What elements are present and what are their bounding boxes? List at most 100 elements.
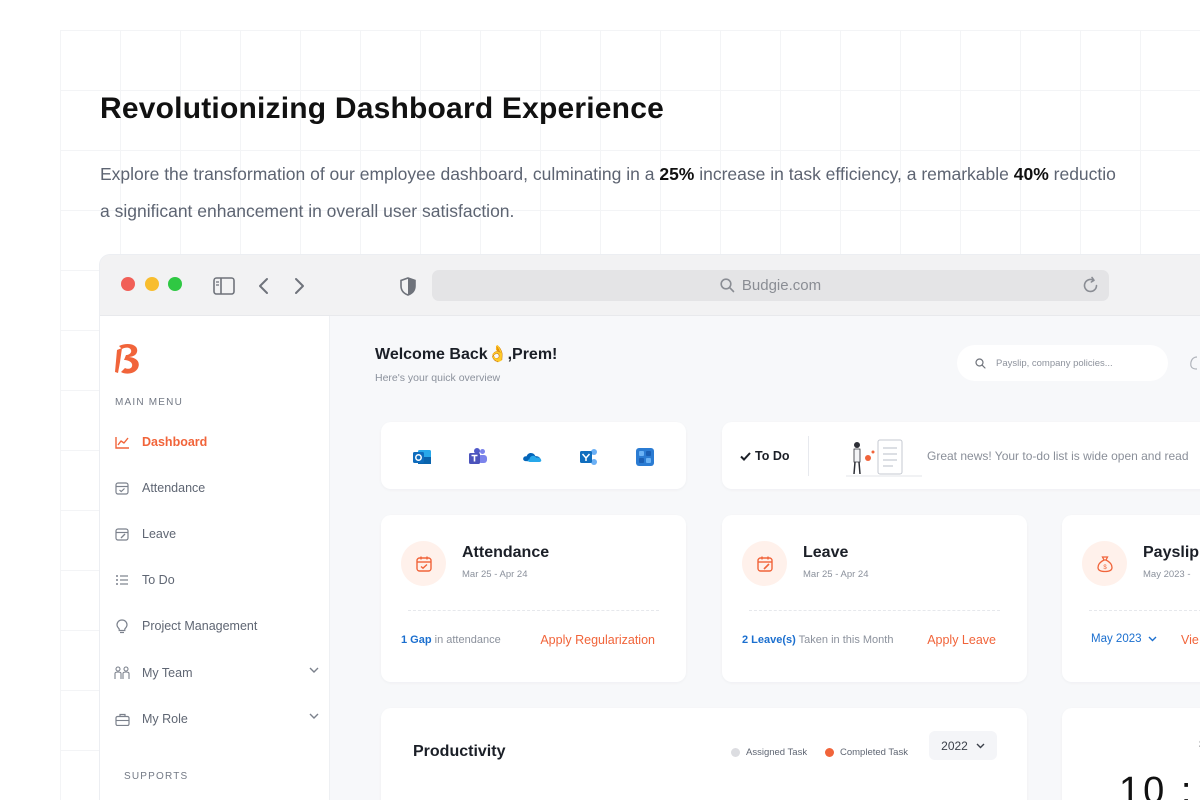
chevron-down-icon: [1148, 636, 1157, 642]
legend-dot: [731, 748, 740, 757]
legend-completed: Completed Task: [825, 747, 908, 758]
sidebar-item-label: My Team: [142, 666, 193, 680]
back-arrow-icon[interactable]: [254, 275, 272, 297]
apps-card: [381, 422, 686, 489]
attendance-gap-summary: 1 Gap in attendance: [401, 634, 501, 646]
sidebar-item-dashboard[interactable]: Dashboard: [114, 431, 319, 453]
divider: [408, 610, 659, 611]
efficiency-stat: 25%: [659, 164, 695, 184]
leave-count: 2 Leave(s): [742, 634, 796, 646]
teams-icon[interactable]: [468, 447, 488, 467]
todo-card[interactable]: To Do Great news! Your to-do list is wid…: [722, 422, 1200, 489]
divider: [1089, 610, 1200, 611]
shield-icon[interactable]: [398, 275, 418, 297]
browser-toolbar: Budgie.com: [100, 255, 1200, 316]
yammer-icon[interactable]: [579, 447, 599, 467]
clock-card: S 10 : 2: [1062, 708, 1200, 800]
checkmark-icon: [740, 451, 751, 461]
payslip-title: Payslip: [1143, 544, 1200, 561]
page-headline: Revolutionizing Dashboard Experience: [100, 92, 664, 125]
year-select[interactable]: 2022: [929, 731, 997, 760]
minimize-window-button[interactable]: [145, 277, 159, 291]
svg-text:$: $: [1103, 565, 1107, 571]
close-window-button[interactable]: [121, 277, 135, 291]
url-text: Budgie.com: [741, 277, 822, 294]
address-bar[interactable]: Budgie.com: [432, 270, 1109, 301]
sidebar-item-label: Dashboard: [142, 435, 208, 449]
bookings-icon[interactable]: [635, 447, 655, 467]
productivity-card: Productivity Assigned Task Completed Tas…: [381, 708, 1027, 800]
chevron-down-icon[interactable]: [309, 712, 319, 720]
payslip-date-range: May 2023 -: [1143, 569, 1191, 580]
search-icon: [975, 357, 986, 369]
calendar-check-icon: [401, 541, 446, 586]
description-text: reductio: [1048, 164, 1116, 184]
sidebar-item-label: Leave: [142, 527, 177, 541]
search-icon: [720, 278, 735, 293]
description-text: increase in task efficiency, a remarkabl…: [694, 164, 1014, 184]
app-sidebar: MAIN MENU Dashboard Attendance Leave To …: [100, 316, 330, 800]
chevron-down-icon: [976, 743, 985, 748]
sidebar-item-label: Project Management: [142, 619, 258, 633]
description-text: Explore the transformation of our employ…: [100, 164, 660, 184]
todo-message: Great news! Your to-do list is wide open…: [927, 449, 1189, 463]
calendar-edit-icon: [114, 526, 130, 542]
list-icon: [114, 572, 130, 588]
sidebar-item-label: To Do: [142, 573, 175, 587]
apply-regularization-link[interactable]: Apply Regularization: [540, 633, 655, 647]
view-payslip-link[interactable]: Vie: [1181, 633, 1199, 647]
todo-illustration-icon: [846, 439, 922, 477]
search-input[interactable]: Payslip, company policies...: [957, 345, 1168, 381]
bell-icon[interactable]: [1187, 353, 1200, 373]
apply-leave-link[interactable]: Apply Leave: [927, 633, 996, 647]
attendance-card: Attendance Mar 25 - Apr 24 1 Gap in atte…: [381, 515, 686, 682]
forward-arrow-icon[interactable]: [291, 275, 309, 297]
outlook-icon[interactable]: [412, 447, 432, 467]
sidebar-toggle-icon[interactable]: [212, 275, 236, 297]
attendance-title: Attendance: [462, 544, 550, 561]
sidebar-item-todo[interactable]: To Do: [114, 569, 319, 591]
payslip-month-select[interactable]: May 2023: [1091, 633, 1157, 645]
chevron-down-icon[interactable]: [309, 666, 319, 674]
gap-text: in attendance: [431, 634, 501, 646]
sidebar-item-attendance[interactable]: Attendance: [114, 477, 319, 499]
clock-time: 10 : 2: [1119, 770, 1200, 800]
money-bag-icon: $: [1082, 541, 1127, 586]
legend-label: Assigned Task: [746, 747, 808, 758]
calendar-edit-icon: [742, 541, 787, 586]
sidebar-item-my-team[interactable]: My Team: [114, 662, 319, 684]
maximize-window-button[interactable]: [168, 277, 182, 291]
chart-line-icon: [114, 434, 130, 450]
leave-text: Taken in this Month: [795, 634, 894, 646]
description-line-2: a significant enhancement in overall use…: [100, 201, 515, 221]
legend-dot: [825, 748, 834, 757]
payslip-month-value: May 2023: [1091, 633, 1142, 645]
lightbulb-icon: [114, 618, 130, 634]
search-placeholder: Payslip, company policies...: [996, 357, 1113, 369]
payslip-card: $ Payslip May 2023 - May 2023 Vie: [1062, 515, 1200, 682]
sidebar-item-my-role[interactable]: My Role: [114, 708, 319, 730]
budgie-logo-icon[interactable]: [115, 342, 143, 381]
main-menu-heading: MAIN MENU: [115, 397, 184, 408]
reduction-stat: 40%: [1013, 164, 1049, 184]
welcome-title: Welcome Back👌,Prem!: [375, 346, 558, 363]
leave-card: Leave Mar 25 - Apr 24 2 Leave(s) Taken i…: [722, 515, 1027, 682]
productivity-title: Productivity: [413, 743, 506, 760]
todo-tab[interactable]: To Do: [740, 449, 789, 463]
todo-label: To Do: [755, 449, 790, 463]
sidebar-item-label: Attendance: [142, 481, 206, 495]
page-description: Explore the transformation of our employ…: [100, 156, 1200, 230]
team-icon: [114, 665, 130, 681]
sidebar-item-project-management[interactable]: Project Management: [114, 615, 319, 637]
supports-heading: SUPPORTS: [124, 771, 189, 782]
attendance-date-range: Mar 25 - Apr 24: [462, 569, 528, 580]
sidebar-item-leave[interactable]: Leave: [114, 523, 319, 545]
welcome-subtitle: Here's your quick overview: [375, 372, 501, 384]
calendar-check-icon: [114, 480, 130, 496]
leave-summary: 2 Leave(s) Taken in this Month: [742, 634, 893, 646]
reload-icon[interactable]: [1081, 276, 1100, 295]
legend-assigned: Assigned Task: [731, 747, 807, 758]
leave-date-range: Mar 25 - Apr 24: [803, 569, 869, 580]
onedrive-icon[interactable]: [522, 447, 542, 467]
dashboard-main: Welcome Back👌,Prem! Here's your quick ov…: [330, 316, 1200, 800]
